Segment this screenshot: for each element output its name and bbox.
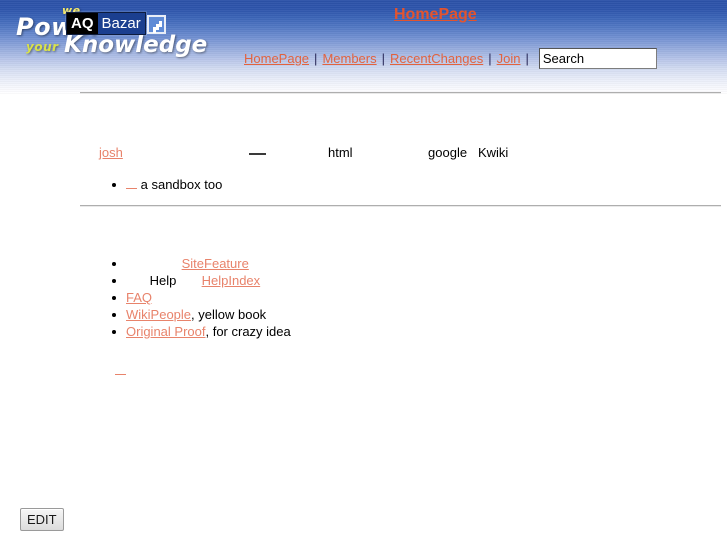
dark-dash-mark xyxy=(248,153,266,155)
site-logo[interactable]: we Power your Knowledge AQ Bazar xyxy=(6,2,207,64)
nav-separator: | xyxy=(525,51,529,66)
list-item: Original Proof, for crazy idea xyxy=(112,323,291,340)
list-item-tail: , yellow book xyxy=(191,307,267,322)
trailing-blank-link-row xyxy=(115,363,126,378)
nav-link-recentchanges[interactable]: RecentChanges xyxy=(390,51,483,66)
link-wikipeople[interactable]: WikiPeople xyxy=(126,307,191,322)
nav-link-homepage[interactable]: HomePage xyxy=(244,51,309,66)
feature-list: SiteFeature Help HelpIndex FAQ WikiPeopl… xyxy=(99,255,291,340)
logo-brand-aq: AQ xyxy=(67,13,98,34)
main-navigation: HomePage | Members | RecentChanges | Joi… xyxy=(244,48,657,69)
nav-link-join[interactable]: Join xyxy=(497,51,521,66)
edit-button[interactable]: EDIT xyxy=(20,508,64,531)
search-input[interactable] xyxy=(538,48,657,69)
text-kwiki: Kwiki xyxy=(477,145,509,160)
intro-paragraph: josh html google Kwiki xyxy=(99,145,508,161)
content-divider-top xyxy=(80,92,721,94)
list-item: SiteFeature xyxy=(112,255,291,272)
content-divider-bottom xyxy=(80,205,721,207)
logo-arrow-icon xyxy=(147,15,166,34)
list-item-tail: , for crazy idea xyxy=(205,324,291,339)
link-josh[interactable]: josh xyxy=(99,145,123,160)
logo-word-your: your xyxy=(26,40,59,54)
nav-link-members[interactable]: Members xyxy=(322,51,376,66)
logo-brand-bazar: Bazar xyxy=(97,13,145,34)
link-blank-trailing[interactable] xyxy=(115,365,126,375)
site-header: we Power your Knowledge AQ Bazar HomePag… xyxy=(0,0,727,95)
list-item: FAQ xyxy=(112,289,291,306)
nav-separator: | xyxy=(381,51,386,66)
link-faq[interactable]: FAQ xyxy=(126,290,152,305)
list-item: WikiPeople, yellow book xyxy=(112,306,291,323)
list-item: Help HelpIndex xyxy=(112,272,291,289)
page-title: HomePage xyxy=(394,6,477,23)
page-content: josh html google Kwiki a sandbox too Sit… xyxy=(0,92,727,545)
sandbox-list: a sandbox too xyxy=(99,176,222,193)
link-blank-sandbox[interactable] xyxy=(126,188,137,189)
nav-separator: | xyxy=(488,51,492,66)
list-item: a sandbox too xyxy=(111,176,223,193)
text-google: google xyxy=(428,145,468,160)
logo-brand-plate: AQ Bazar xyxy=(66,12,146,35)
link-helpindex[interactable]: HelpIndex xyxy=(202,273,261,288)
link-sitefeature[interactable]: SiteFeature xyxy=(182,256,249,271)
logo-word-knowledge: Knowledge xyxy=(64,32,208,58)
list-item-lead-help: Help xyxy=(149,273,177,288)
list-item-label: a sandbox too xyxy=(140,177,223,192)
link-original-proof[interactable]: Original Proof xyxy=(126,324,205,339)
text-html: html xyxy=(327,145,353,160)
nav-separator: | xyxy=(314,51,318,66)
